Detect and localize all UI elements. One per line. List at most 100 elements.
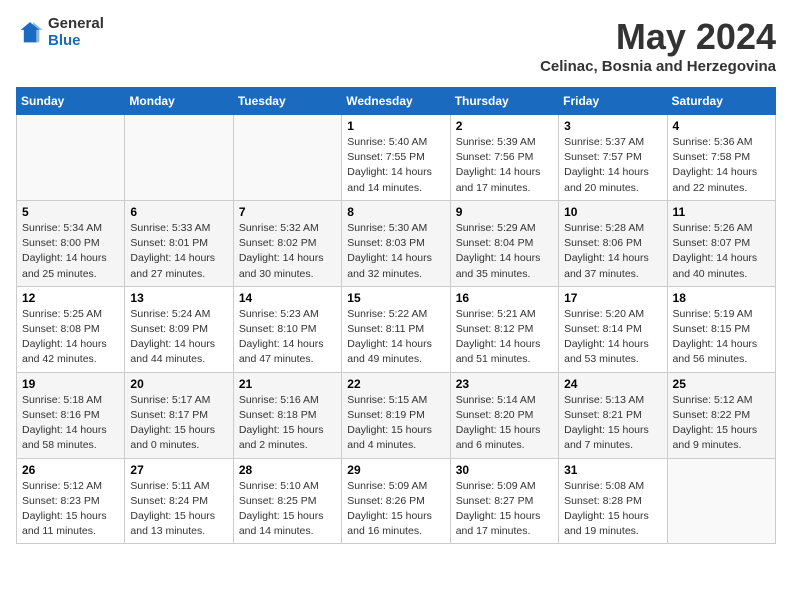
calendar-cell: 29Sunrise: 5:09 AMSunset: 8:26 PMDayligh…: [342, 458, 450, 544]
calendar-cell: [233, 115, 341, 201]
day-number: 1: [347, 119, 444, 133]
calendar-cell: [17, 115, 125, 201]
logo-general: General: [48, 16, 104, 33]
day-info: Sunrise: 5:25 AMSunset: 8:08 PMDaylight:…: [22, 307, 119, 368]
calendar-cell: 23 Sunrise: 5:14 AMSunset: 8:20 PMDayligh…: [450, 372, 558, 458]
calendar-cell: 21Sunrise: 5:16 AMSunset: 8:18 PMDayligh…: [233, 372, 341, 458]
day-info: Sunrise: 5:19 AMSunset: 8:15 PMDaylight:…: [673, 307, 770, 368]
title-block: May 2024 Celinac, Bosnia and Herzegovina: [540, 16, 776, 75]
calendar-cell: 2 Sunrise: 5:39 AMSunset: 7:56 PMDaylight…: [450, 115, 558, 201]
day-info: Sunrise: 5:16 AMSunset: 8:18 PMDaylight:…: [239, 393, 336, 454]
day-number: 2: [456, 119, 553, 133]
calendar-cell: 1 Sunrise: 5:40 AMSunset: 7:55 PMDaylight…: [342, 115, 450, 201]
calendar-cell: 17 Sunrise: 5:20 AMSunset: 8:14 PMDayligh…: [559, 286, 667, 372]
day-number: 20: [130, 377, 227, 391]
day-info: Sunrise: 5:39 AMSunset: 7:56 PMDaylight:…: [456, 135, 553, 196]
header-row: SundayMondayTuesdayWednesdayThursdayFrid…: [17, 88, 776, 115]
week-row-1: 1 Sunrise: 5:40 AMSunset: 7:55 PMDaylight…: [17, 115, 776, 201]
calendar-cell: 28Sunrise: 5:10 AMSunset: 8:25 PMDayligh…: [233, 458, 341, 544]
day-number: 4: [673, 119, 770, 133]
page-header: General Blue May 2024 Celinac, Bosnia an…: [16, 16, 776, 75]
calendar-cell: 6Sunrise: 5:33 AMSunset: 8:01 PMDaylight…: [125, 200, 233, 286]
calendar-cell: 15Sunrise: 5:22 AMSunset: 8:11 PMDayligh…: [342, 286, 450, 372]
day-number: 7: [239, 205, 336, 219]
calendar-cell: 9 Sunrise: 5:29 AMSunset: 8:04 PMDaylight…: [450, 200, 558, 286]
day-number: 28: [239, 463, 336, 477]
week-row-5: 26 Sunrise: 5:12 AMSunset: 8:23 PMDayligh…: [17, 458, 776, 544]
calendar-cell: 27Sunrise: 5:11 AMSunset: 8:24 PMDayligh…: [125, 458, 233, 544]
day-number: 10: [564, 205, 661, 219]
header-wednesday: Wednesday: [342, 88, 450, 115]
week-row-2: 5 Sunrise: 5:34 AMSunset: 8:00 PMDaylight…: [17, 200, 776, 286]
day-number: 29: [347, 463, 444, 477]
day-number: 24: [564, 377, 661, 391]
day-number: 12: [22, 291, 119, 305]
calendar-cell: 10 Sunrise: 5:28 AMSunset: 8:06 PMDayligh…: [559, 200, 667, 286]
calendar-cell: 5 Sunrise: 5:34 AMSunset: 8:00 PMDaylight…: [17, 200, 125, 286]
calendar-table: SundayMondayTuesdayWednesdayThursdayFrid…: [16, 87, 776, 544]
day-info: Sunrise: 5:14 AMSunset: 8:20 PMDaylight:…: [456, 393, 553, 454]
day-info: Sunrise: 5:08 AMSunset: 8:28 PMDaylight:…: [564, 479, 661, 540]
day-info: Sunrise: 5:29 AMSunset: 8:04 PMDaylight:…: [456, 221, 553, 282]
calendar-cell: 7 Sunrise: 5:32 AMSunset: 8:02 PMDaylight…: [233, 200, 341, 286]
day-number: 15: [347, 291, 444, 305]
calendar-cell: 24 Sunrise: 5:13 AMSunset: 8:21 PMDayligh…: [559, 372, 667, 458]
calendar-cell: 12 Sunrise: 5:25 AMSunset: 8:08 PMDayligh…: [17, 286, 125, 372]
header-saturday: Saturday: [667, 88, 775, 115]
day-info: Sunrise: 5:32 AMSunset: 8:02 PMDaylight:…: [239, 221, 336, 282]
day-info: Sunrise: 5:33 AMSunset: 8:01 PMDaylight:…: [130, 221, 227, 282]
day-number: 13: [130, 291, 227, 305]
calendar-cell: 19 Sunrise: 5:18 AMSunset: 8:16 PMDayligh…: [17, 372, 125, 458]
week-row-3: 12 Sunrise: 5:25 AMSunset: 8:08 PMDayligh…: [17, 286, 776, 372]
calendar-cell: 11Sunrise: 5:26 AMSunset: 8:07 PMDayligh…: [667, 200, 775, 286]
header-friday: Friday: [559, 88, 667, 115]
day-info: Sunrise: 5:13 AMSunset: 8:21 PMDaylight:…: [564, 393, 661, 454]
day-number: 5: [22, 205, 119, 219]
day-number: 25: [673, 377, 770, 391]
day-info: Sunrise: 5:36 AMSunset: 7:58 PMDaylight:…: [673, 135, 770, 196]
day-number: 17: [564, 291, 661, 305]
day-number: 22: [347, 377, 444, 391]
logo: General Blue: [16, 16, 104, 49]
calendar-cell: 20Sunrise: 5:17 AMSunset: 8:17 PMDayligh…: [125, 372, 233, 458]
day-number: 23: [456, 377, 553, 391]
day-info: Sunrise: 5:30 AMSunset: 8:03 PMDaylight:…: [347, 221, 444, 282]
day-info: Sunrise: 5:24 AMSunset: 8:09 PMDaylight:…: [130, 307, 227, 368]
logo-icon: [16, 19, 44, 47]
logo-blue: Blue: [48, 33, 104, 50]
day-number: 9: [456, 205, 553, 219]
day-number: 14: [239, 291, 336, 305]
day-info: Sunrise: 5:11 AMSunset: 8:24 PMDaylight:…: [130, 479, 227, 540]
month-title: May 2024: [540, 16, 776, 58]
calendar-cell: 30Sunrise: 5:09 AMSunset: 8:27 PMDayligh…: [450, 458, 558, 544]
day-info: Sunrise: 5:12 AMSunset: 8:22 PMDaylight:…: [673, 393, 770, 454]
header-sunday: Sunday: [17, 88, 125, 115]
day-info: Sunrise: 5:28 AMSunset: 8:06 PMDaylight:…: [564, 221, 661, 282]
calendar-cell: [125, 115, 233, 201]
header-monday: Monday: [125, 88, 233, 115]
calendar-cell: 4 Sunrise: 5:36 AMSunset: 7:58 PMDaylight…: [667, 115, 775, 201]
day-number: 18: [673, 291, 770, 305]
day-info: Sunrise: 5:12 AMSunset: 8:23 PMDaylight:…: [22, 479, 119, 540]
day-number: 31: [564, 463, 661, 477]
calendar-cell: 14Sunrise: 5:23 AMSunset: 8:10 PMDayligh…: [233, 286, 341, 372]
day-info: Sunrise: 5:18 AMSunset: 8:16 PMDaylight:…: [22, 393, 119, 454]
header-tuesday: Tuesday: [233, 88, 341, 115]
day-number: 16: [456, 291, 553, 305]
day-info: Sunrise: 5:40 AMSunset: 7:55 PMDaylight:…: [347, 135, 444, 196]
calendar-cell: 18 Sunrise: 5:19 AMSunset: 8:15 PMDayligh…: [667, 286, 775, 372]
calendar-cell: 8Sunrise: 5:30 AMSunset: 8:03 PMDaylight…: [342, 200, 450, 286]
day-info: Sunrise: 5:21 AMSunset: 8:12 PMDaylight:…: [456, 307, 553, 368]
location: Celinac, Bosnia and Herzegovina: [540, 58, 776, 75]
calendar-cell: 26 Sunrise: 5:12 AMSunset: 8:23 PMDayligh…: [17, 458, 125, 544]
calendar-cell: 16 Sunrise: 5:21 AMSunset: 8:12 PMDayligh…: [450, 286, 558, 372]
day-number: 19: [22, 377, 119, 391]
day-number: 26: [22, 463, 119, 477]
day-info: Sunrise: 5:34 AMSunset: 8:00 PMDaylight:…: [22, 221, 119, 282]
week-row-4: 19 Sunrise: 5:18 AMSunset: 8:16 PMDayligh…: [17, 372, 776, 458]
header-thursday: Thursday: [450, 88, 558, 115]
day-info: Sunrise: 5:20 AMSunset: 8:14 PMDaylight:…: [564, 307, 661, 368]
calendar-cell: 25 Sunrise: 5:12 AMSunset: 8:22 PMDayligh…: [667, 372, 775, 458]
day-number: 11: [673, 205, 770, 219]
calendar-cell: 3Sunrise: 5:37 AMSunset: 7:57 PMDaylight…: [559, 115, 667, 201]
